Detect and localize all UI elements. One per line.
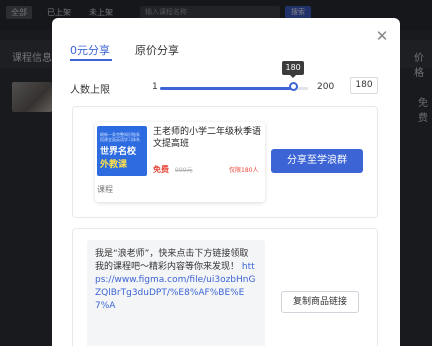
close-icon[interactable]: ✕ xyxy=(374,28,390,44)
cover-title-line1: 世界名校 xyxy=(100,147,137,157)
slider-max-label: 200 xyxy=(317,82,335,92)
limit-label: 人数上限 xyxy=(70,85,110,96)
limit-number-input[interactable]: 180 xyxy=(350,77,378,94)
course-title: 王老师的小学二年级秋季语文提高班 xyxy=(153,127,262,149)
cover-title-line2: 外教课 xyxy=(100,160,128,170)
invite-panel: 我是“浪老师”，快来点击下方链接领取我的课程吧～精彩内容等你来发现！ https… xyxy=(72,228,378,346)
slider-tooltip: 180 xyxy=(282,61,305,78)
course-cover: 刷新一条完整知识链条 搭建全面英语学习体系 世界名校 外教课 xyxy=(97,126,147,176)
share-to-group-button[interactable]: 分享至学浪群 xyxy=(271,149,363,173)
slider-min-label: 1 xyxy=(152,82,158,92)
invite-text: 我是“浪老师”，快来点击下方链接领取我的课程吧～精彩内容等你来发现！ xyxy=(95,249,249,272)
slider-fill xyxy=(160,87,294,90)
share-modal: 0元分享 原价分享 ✕ 人数上限 1 180 200 180 刷新一条完整知识链… xyxy=(52,18,400,346)
tab-zero-share[interactable]: 0元分享 xyxy=(70,42,110,58)
copy-link-button[interactable]: 复制商品链接 xyxy=(281,291,359,313)
course-type-label: 课程 xyxy=(97,185,113,194)
slider-handle[interactable] xyxy=(288,82,298,91)
tab-original-share[interactable]: 原价分享 xyxy=(135,42,179,58)
invite-message: 我是“浪老师”，快来点击下方链接领取我的课程吧～精彩内容等你来发现！ https… xyxy=(87,240,265,346)
tab-active-indicator xyxy=(70,59,112,61)
course-share-panel: 刷新一条完整知识链条 搭建全面英语学习体系 世界名校 外教课 王老师的小学二年级… xyxy=(72,106,378,218)
course-price: 免费 xyxy=(153,165,169,174)
course-original-price: 999元 xyxy=(175,167,193,174)
course-card: 刷新一条完整知识链条 搭建全面英语学习体系 世界名校 外教课 王老师的小学二年级… xyxy=(95,122,265,202)
course-limit-tag: 仅限180人 xyxy=(229,167,259,174)
cover-subtitle: 刷新一条完整知识链条 搭建全面英语学习体系 xyxy=(100,132,140,142)
slider-track[interactable] xyxy=(160,87,308,90)
